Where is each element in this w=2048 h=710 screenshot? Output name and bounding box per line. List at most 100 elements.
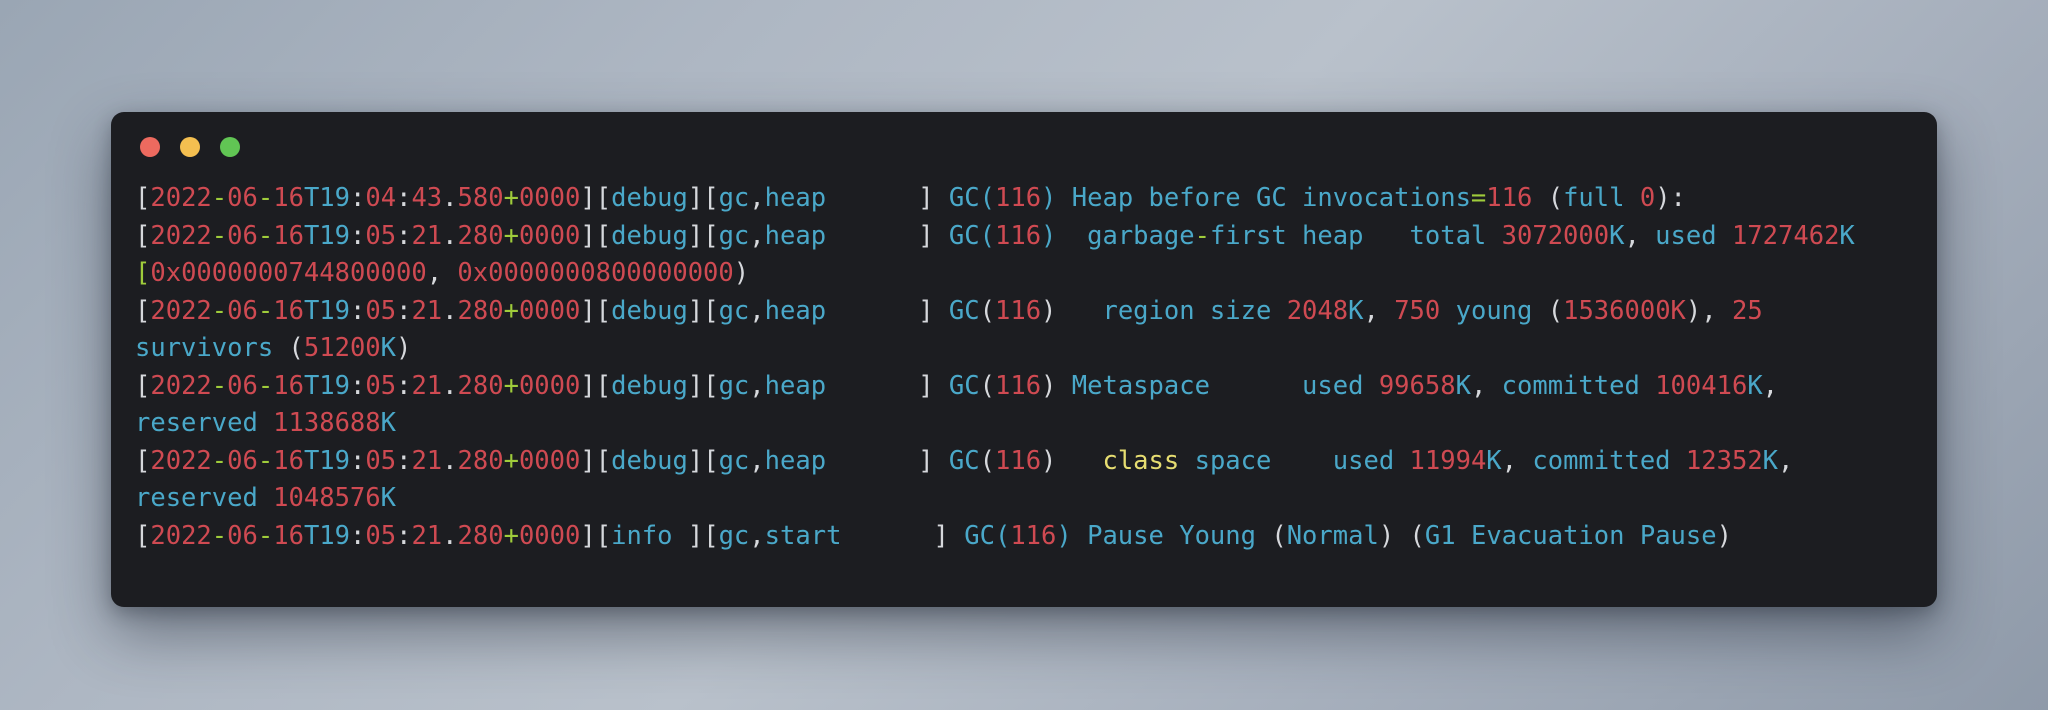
log-token: -: [211, 445, 228, 476]
log-token: (: [1271, 520, 1287, 551]
log-token: info: [611, 520, 673, 551]
log-token: 1138688: [273, 408, 381, 438]
log-token: GC: [948, 370, 980, 401]
log-token: 2048: [1286, 295, 1349, 326]
close-button-icon[interactable]: [140, 137, 160, 157]
log-token: 16: [273, 220, 304, 251]
minimize-button-icon[interactable]: [180, 137, 200, 157]
terminal-output[interactable]: [2022-06-16T19:04:43.580+0000][debug][gc…: [111, 180, 1937, 555]
log-token: 19: [319, 520, 351, 551]
log-token: 280: [457, 295, 504, 326]
log-token: Normal: [1286, 520, 1379, 551]
log-token: [: [135, 220, 151, 251]
log-token: ]: [826, 295, 949, 326]
log-token: committed: [1517, 445, 1686, 476]
log-token: 2022: [150, 183, 212, 213]
log-line: [2022-06-16T19:05:21.280+0000][debug][gc…: [135, 293, 1913, 368]
log-token: -: [211, 183, 228, 213]
log-token: .: [442, 183, 458, 213]
log-token: ]: [826, 220, 949, 251]
log-token: 0000: [518, 520, 581, 551]
log-token: (: [979, 220, 995, 251]
log-token: gc: [718, 520, 750, 551]
log-token: [: [135, 258, 151, 288]
log-token: 3072000: [1501, 220, 1610, 251]
log-token: T: [303, 183, 320, 213]
log-token: 06: [227, 183, 258, 213]
log-token: ]: [826, 445, 949, 476]
log-token: 11994: [1409, 445, 1487, 476]
log-token: ): [1041, 183, 1057, 213]
log-token: ): [1041, 295, 1057, 326]
log-token: (: [979, 295, 995, 326]
log-token: debug: [611, 220, 688, 251]
log-token: 0000: [518, 445, 581, 476]
log-token: ,: [749, 183, 765, 213]
log-token: ][: [580, 370, 612, 401]
log-token: 16: [273, 295, 304, 326]
desktop-background: [2022-06-16T19:04:43.580+0000][debug][gc…: [0, 0, 2048, 710]
log-token: (: [994, 520, 1011, 551]
log-token: 12352: [1685, 445, 1763, 476]
log-token: ): [1041, 445, 1057, 476]
log-token: heap: [764, 295, 827, 326]
zoom-button-icon[interactable]: [220, 137, 240, 157]
log-token: (: [1547, 295, 1564, 326]
log-token: :: [396, 220, 412, 251]
log-token: +: [503, 445, 519, 476]
log-token: :: [396, 445, 412, 476]
log-token: -: [1194, 220, 1210, 251]
log-token: gc: [718, 183, 750, 213]
log-token: region size: [1056, 295, 1287, 326]
log-token: ]: [826, 183, 949, 213]
log-token: ][: [687, 183, 719, 213]
log-token: ): [733, 258, 750, 288]
log-token: ][: [580, 520, 612, 551]
log-token: ,: [749, 445, 765, 476]
log-token: debug: [611, 295, 688, 326]
log-token: heap: [764, 183, 827, 213]
log-token: 116: [994, 370, 1042, 401]
log-token: ): [1378, 520, 1395, 551]
log-token: 43: [411, 183, 443, 213]
log-token: ,: [1501, 445, 1518, 476]
log-token: 116: [994, 295, 1042, 326]
log-token: ,: [749, 220, 765, 251]
log-token: ): [396, 333, 412, 363]
log-token: 05: [365, 295, 397, 326]
log-token: :: [396, 295, 412, 326]
log-token: 0x0000000800000000: [457, 258, 734, 288]
log-token: :: [396, 520, 412, 551]
log-token: heap: [764, 220, 827, 251]
log-token: GC: [948, 295, 980, 326]
log-token: 19: [319, 183, 351, 213]
log-token: (: [1409, 520, 1425, 551]
log-token: 51200: [303, 333, 381, 363]
log-token: -: [211, 295, 228, 326]
terminal-window[interactable]: [2022-06-16T19:04:43.580+0000][debug][gc…: [111, 112, 1937, 607]
log-token: 116: [994, 183, 1042, 213]
log-token: K: [1486, 445, 1502, 476]
log-token: :: [350, 520, 366, 551]
log-token: young: [1440, 295, 1548, 326]
log-token: =: [1470, 183, 1487, 213]
log-token: 05: [365, 370, 397, 401]
log-token: (: [1532, 183, 1564, 213]
log-token: 21: [411, 295, 443, 326]
log-token: 116: [1010, 520, 1057, 551]
log-token: 0000: [518, 370, 581, 401]
log-token: gc: [718, 370, 750, 401]
log-token: :: [350, 220, 366, 251]
log-token: 16: [273, 183, 304, 213]
log-token: 05: [365, 520, 397, 551]
log-token: ]: [826, 370, 949, 401]
log-token: G1 Evacuation Pause: [1424, 520, 1717, 551]
log-token: (: [979, 445, 995, 476]
log-token: ):: [1655, 183, 1686, 213]
window-titlebar[interactable]: [111, 112, 1937, 180]
log-token: ][: [687, 295, 719, 326]
log-token: class: [1102, 445, 1180, 476]
log-token: [442, 258, 457, 288]
log-token: [: [135, 183, 151, 213]
log-token: gc: [718, 445, 750, 476]
